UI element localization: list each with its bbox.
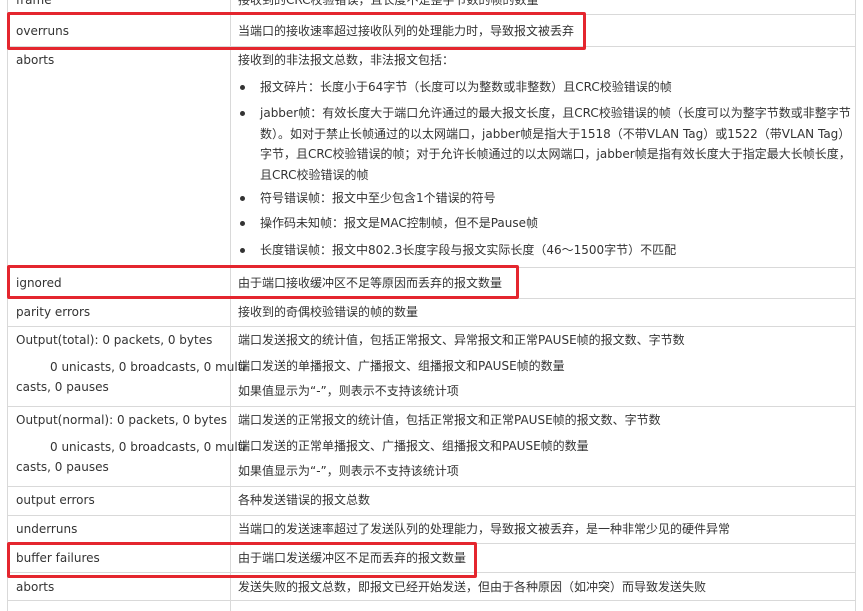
term-output-normal: Output(normal): 0 packets, 0 bytes — [16, 413, 227, 427]
row-border — [7, 600, 855, 601]
list-item: 长度错误帧：报文中802.3长度字段与报文实际长度（46～1500字节）不匹配 — [260, 243, 677, 257]
row-border — [7, 326, 855, 327]
desc-output-errors: 各种发送错误的报文总数 — [238, 493, 371, 507]
column-divider — [230, 0, 231, 611]
term-underruns: underruns — [16, 522, 78, 536]
row-border — [7, 406, 855, 407]
row-border — [7, 486, 855, 487]
term-output-total-line3: casts, 0 pauses — [16, 380, 109, 394]
bullet-dot — [240, 111, 245, 116]
list-item: 报文碎片：长度小于64字节（长度可以为整数或非整数）且CRC校验错误的帧 — [260, 80, 672, 94]
highlight-box-buffer-failures — [7, 542, 477, 578]
term-output-errors: output errors — [16, 493, 95, 507]
desc-output-total-line2: 端口发送的单播报文、广播报文、组播报文和PAUSE帧的数量 — [238, 359, 565, 373]
term-output-total-line2: 0 unicasts, 0 broadcasts, 0 multi — [50, 360, 246, 374]
list-item: 符号错误帧：报文中至少包含1个错误的符号 — [260, 191, 496, 205]
desc-output-normal: 端口发送的正常报文的统计值，包括正常报文和正常PAUSE帧的报文数、字节数 — [238, 413, 661, 427]
term-frame: frame — [16, 0, 52, 7]
desc-parity-errors: 接收到的奇偶校验错误的帧的数量 — [238, 305, 419, 319]
term-output-normal-line3: casts, 0 pauses — [16, 460, 109, 474]
desc-output-total: 端口发送报文的统计值，包括正常报文、异常报文和正常PAUSE帧的报文数、字节数 — [238, 333, 685, 347]
desc-output-normal-line3: 如果值显示为“-”，则表示不支持该统计项 — [238, 464, 459, 478]
desc-aborts-rx: 接收到的非法报文总数，非法报文包括： — [238, 53, 455, 67]
term-output-total: Output(total): 0 packets, 0 bytes — [16, 333, 213, 347]
term-output-normal-line2: 0 unicasts, 0 broadcasts, 0 multi — [50, 440, 246, 454]
desc-frame: 接收到的CRC校验错误，且长度不是整字节数的帧的数量 — [238, 0, 539, 7]
desc-output-total-line3: 如果值显示为“-”，则表示不支持该统计项 — [238, 384, 459, 398]
desc-output-normal-line2: 端口发送的正常单播报文、广播报文、组播报文和PAUSE帧的数量 — [238, 439, 589, 453]
list-item: 操作码未知帧：报文是MAC控制帧，但不是Pause帧 — [260, 216, 539, 230]
desc-aborts-tx: 发送失败的报文总数，即报文已经开始发送，但由于各种原因（如冲突）而导致发送失败 — [238, 580, 707, 594]
list-item: jabber帧：有效长度大于端口允许通过的最大报文长度，且CRC校验错误的帧（长… — [260, 106, 851, 182]
bullet-dot — [240, 221, 245, 226]
highlight-box-ignored — [7, 265, 519, 299]
term-aborts-tx: aborts — [16, 580, 55, 594]
highlight-box-overruns — [7, 12, 586, 50]
desc-underruns: 当端口的发送速率超过了发送队列的处理能力，导致报文被丢弃，是一种非常少见的硬件异… — [238, 522, 731, 536]
bullet-dot — [240, 85, 245, 90]
bullet-dot — [240, 196, 245, 201]
table-right-border — [855, 0, 856, 611]
bullet-dot — [240, 248, 245, 253]
term-aborts-rx: aborts — [16, 53, 55, 67]
term-parity-errors: parity errors — [16, 305, 91, 319]
table-left-border — [7, 0, 8, 611]
row-border — [7, 515, 855, 516]
